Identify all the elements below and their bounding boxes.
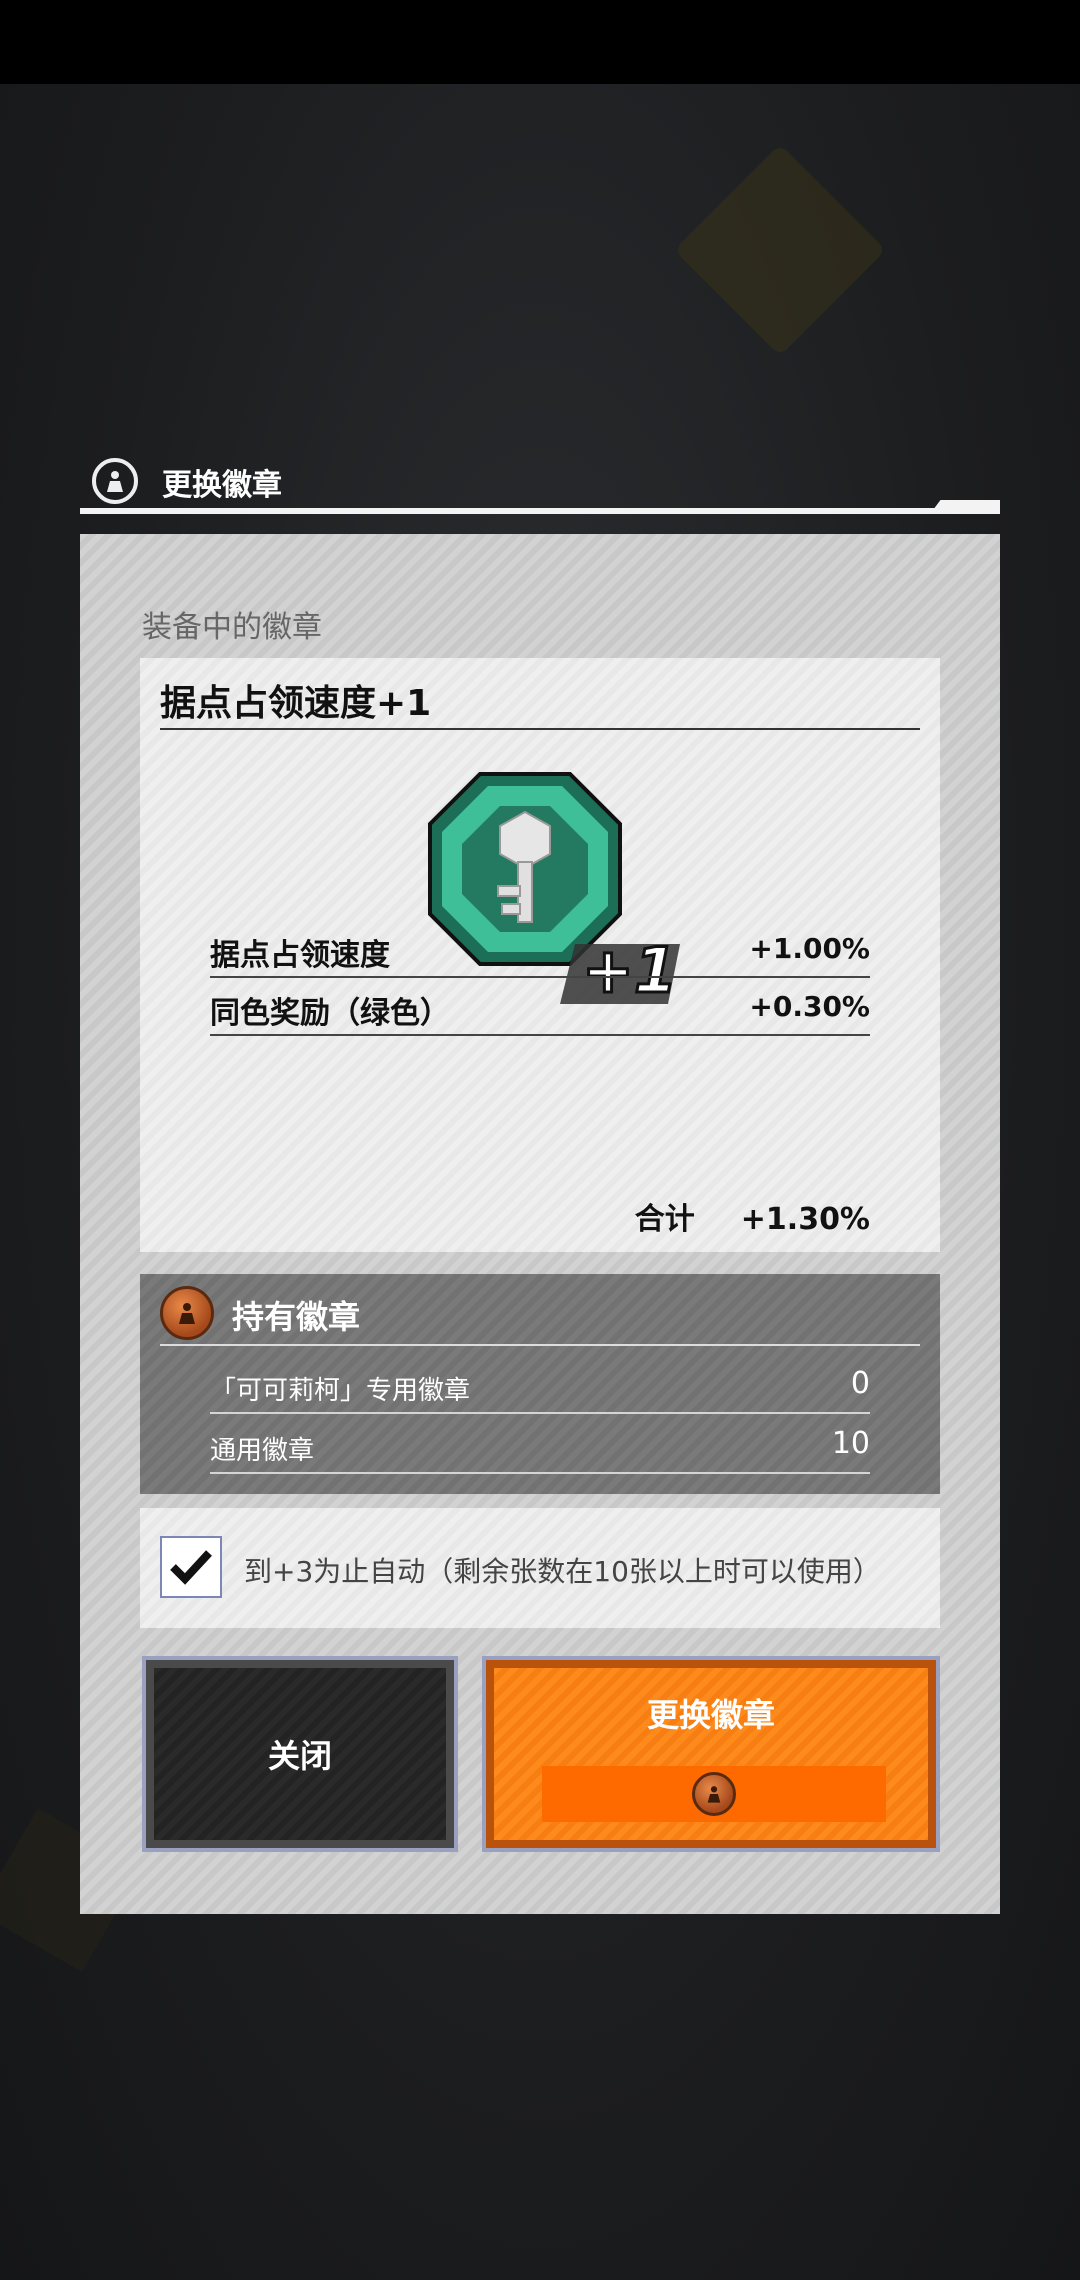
- cost-bar: [542, 1766, 886, 1822]
- equipped-section-label: 装备中的徽章: [142, 610, 322, 645]
- dialog-header: 更换徽章: [80, 450, 1000, 516]
- stat-row: 据点占领速度 +1.00%: [210, 922, 870, 978]
- stat-value: +0.30%: [749, 990, 870, 1023]
- dialog-panel: 装备中的徽章 据点占领速度+1 +1 据点占领速度 +1.00% 同色奖励（绿色…: [80, 534, 1000, 1914]
- bronze-badge-icon: [692, 1772, 736, 1816]
- close-button-label: 关闭: [146, 1660, 454, 1848]
- badge-name: 据点占领速度+1: [160, 683, 432, 724]
- badge-icon: [92, 458, 138, 504]
- header-rule: [80, 508, 1000, 514]
- total-row: 合计 +1.30%: [635, 1194, 870, 1238]
- total-value: +1.30%: [740, 1202, 870, 1237]
- owned-count: 10: [831, 1426, 870, 1461]
- owned-rule: [160, 1344, 920, 1346]
- bronze-badge-icon: [160, 1286, 214, 1340]
- row-divider: [210, 1472, 870, 1474]
- auto-upgrade-option: 到+3为止自动（剩余张数在10张以上时可以使用）: [140, 1508, 940, 1628]
- owned-label: 「可可莉柯」专用徽章: [210, 1376, 471, 1406]
- stat-value: +1.00%: [749, 932, 870, 965]
- owned-row: 通用徽章 10: [210, 1416, 870, 1474]
- equipped-badge-card: 据点占领速度+1 +1 据点占领速度 +1.00% 同色奖励（绿色） +0.30…: [140, 658, 940, 1252]
- row-divider: [210, 976, 870, 978]
- total-label: 合计: [634, 1202, 695, 1237]
- owned-row: 「可可莉柯」专用徽章 0: [210, 1356, 870, 1414]
- auto-upgrade-text: 到+3为止自动（剩余张数在10张以上时可以使用）: [244, 1555, 881, 1588]
- row-divider: [210, 1412, 870, 1414]
- owned-title: 持有徽章: [232, 1298, 361, 1336]
- background-decoration: [673, 143, 887, 357]
- stat-row: 同色奖励（绿色） +0.30%: [210, 980, 870, 1036]
- checkmark-icon: [170, 1550, 212, 1585]
- swap-badge-label: 更换徽章: [646, 1696, 775, 1734]
- status-bar: [0, 0, 1080, 84]
- swap-badge-button[interactable]: 更换徽章: [482, 1656, 940, 1852]
- auto-upgrade-checkbox[interactable]: [160, 1536, 222, 1598]
- row-divider: [210, 1034, 870, 1036]
- dialog-title: 更换徽章: [162, 468, 282, 503]
- stat-label: 同色奖励（绿色）: [210, 996, 450, 1031]
- stat-label: 据点占领速度: [210, 938, 390, 973]
- badge-name-rule: [160, 728, 920, 730]
- header-rule-tab: [930, 500, 1000, 514]
- owned-label: 通用徽章: [210, 1436, 315, 1466]
- owned-count: 0: [850, 1366, 870, 1401]
- owned-badges-card: 持有徽章 「可可莉柯」专用徽章 0 通用徽章 10: [140, 1274, 940, 1494]
- close-button[interactable]: 关闭: [142, 1656, 458, 1852]
